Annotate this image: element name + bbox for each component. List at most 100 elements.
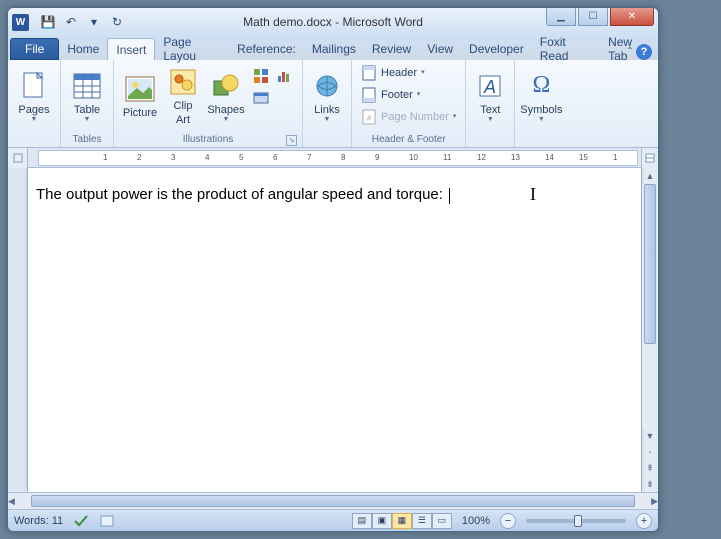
chevron-down-icon: ▼ xyxy=(84,116,91,123)
print-layout-view[interactable]: ▤ xyxy=(352,513,372,529)
table-label: Table xyxy=(74,104,100,116)
picture-label: Picture xyxy=(123,107,157,119)
tab-file[interactable]: File xyxy=(10,38,59,60)
word-count[interactable]: Words: 11 xyxy=(14,515,63,527)
statusbar: Words: 11 ▤ ▣ ▦ ☰ ▭ 100% − + xyxy=(8,509,658,531)
table-button[interactable]: Table ▼ xyxy=(65,62,109,130)
clipart-button[interactable]: Clip Art xyxy=(164,62,202,130)
pages-button[interactable]: Pages ▼ xyxy=(12,62,56,130)
vertical-scrollbar[interactable]: ▲ ▼ ◦ ⇞ ⇟ xyxy=(641,168,658,492)
zoom-out-button[interactable]: − xyxy=(500,513,516,529)
qat-dropdown[interactable]: ▾ xyxy=(83,11,105,33)
clipart-label-1: Clip xyxy=(174,100,193,112)
tab-developer[interactable]: Developer xyxy=(461,38,532,60)
help-icon[interactable]: ? xyxy=(636,44,652,60)
ruler-number: 10 xyxy=(409,153,418,162)
ruler-number: 9 xyxy=(375,153,379,162)
page-number-button[interactable]: # Page Number ▾ xyxy=(356,106,461,128)
undo-button[interactable]: ↶ xyxy=(60,11,82,33)
save-button[interactable]: 💾 xyxy=(37,11,59,33)
text-button[interactable]: A Text ▼ xyxy=(470,62,510,130)
scroll-track[interactable] xyxy=(642,184,658,428)
tab-view[interactable]: View xyxy=(419,38,461,60)
close-button[interactable]: ✕ xyxy=(610,8,654,26)
ruler-number: 14 xyxy=(545,153,554,162)
scroll-left-button[interactable]: ◀ xyxy=(8,493,15,509)
footer-icon xyxy=(361,87,377,103)
scroll-up-button[interactable]: ▲ xyxy=(642,168,658,184)
tab-review[interactable]: Review xyxy=(364,38,419,60)
symbols-button[interactable]: Ω Symbols ▼ xyxy=(519,62,563,130)
document-page[interactable]: The output power is the product of angul… xyxy=(28,168,641,492)
tab-insert[interactable]: Insert xyxy=(107,38,155,60)
outline-view[interactable]: ☰ xyxy=(412,513,432,529)
horizontal-ruler[interactable]: 11234567891011121314151 xyxy=(38,150,638,166)
ruler-toggle[interactable] xyxy=(641,148,658,168)
document-area: The output power is the product of angul… xyxy=(8,168,658,492)
horizontal-scrollbar[interactable]: ◀ ▶ xyxy=(8,492,658,509)
group-header-footer: Header ▾ Footer ▾ # Page Number ▾ Header… xyxy=(352,60,466,147)
page-number-label: Page Number xyxy=(381,111,449,123)
zoom-level[interactable]: 100% xyxy=(462,515,490,527)
redo-button[interactable]: ↻ xyxy=(106,11,128,33)
maximize-button[interactable]: ☐ xyxy=(578,8,608,26)
chevron-down-icon: ▾ xyxy=(421,68,425,76)
ruler-number: 12 xyxy=(477,153,486,162)
proofing-icon[interactable] xyxy=(73,514,89,528)
chevron-down-icon: ▾ xyxy=(453,112,457,120)
shapes-button[interactable]: Shapes ▼ xyxy=(204,62,248,130)
group-illustrations-label: Illustrations↘ xyxy=(118,132,298,147)
tab-home[interactable]: Home xyxy=(59,38,107,60)
links-label: Links xyxy=(314,104,340,116)
table-icon xyxy=(71,70,103,102)
clipart-icon xyxy=(167,66,199,98)
document-body-text: The output power is the product of angul… xyxy=(36,186,450,204)
picture-button[interactable]: Picture xyxy=(118,62,162,130)
footer-button[interactable]: Footer ▾ xyxy=(356,84,425,106)
ribbon-tabs: File Home Insert Page Layou Reference: M… xyxy=(8,36,658,60)
zoom-slider[interactable] xyxy=(526,519,626,523)
hscroll-track[interactable] xyxy=(31,493,635,509)
view-buttons: ▤ ▣ ▦ ☰ ▭ xyxy=(352,513,452,529)
macro-icon[interactable] xyxy=(99,514,115,528)
group-illustrations: Picture Clip Art Shapes ▼ xyxy=(114,60,303,147)
tab-foxit[interactable]: Foxit Read xyxy=(532,38,600,60)
screenshot-button[interactable] xyxy=(250,87,272,108)
header-button[interactable]: Header ▾ xyxy=(356,62,430,84)
smartart-button[interactable] xyxy=(250,65,272,86)
group-text: A Text ▼ xyxy=(466,60,515,147)
chart-button[interactable] xyxy=(273,65,295,86)
dialog-launcher-icon[interactable]: ↘ xyxy=(286,135,297,146)
tab-mailings[interactable]: Mailings xyxy=(304,38,364,60)
vertical-ruler[interactable] xyxy=(8,168,28,492)
hscroll-thumb[interactable] xyxy=(31,495,635,507)
scroll-thumb[interactable] xyxy=(644,184,656,344)
minimize-button[interactable]: ▁ xyxy=(546,8,576,26)
chevron-down-icon: ▼ xyxy=(31,116,38,123)
scroll-right-button[interactable]: ▶ xyxy=(651,493,658,509)
chevron-down-icon: ▼ xyxy=(223,116,230,123)
tab-references[interactable]: Reference: xyxy=(229,38,304,60)
next-page-button[interactable]: ⇟ xyxy=(642,476,658,492)
ruler-corner[interactable] xyxy=(8,148,28,168)
svg-text:#: # xyxy=(367,114,372,123)
shapes-icon xyxy=(210,70,242,102)
links-button[interactable]: Links ▼ xyxy=(307,62,347,130)
ruler-number: 13 xyxy=(511,153,520,162)
prev-page-button[interactable]: ⇞ xyxy=(642,460,658,476)
window-title: Math demo.docx - Microsoft Word xyxy=(243,15,423,29)
browse-object-button[interactable]: ◦ xyxy=(642,444,658,460)
full-screen-view[interactable]: ▣ xyxy=(372,513,392,529)
tab-page-layout[interactable]: Page Layou xyxy=(155,38,229,60)
collapse-ribbon-icon[interactable]: ˆ xyxy=(628,45,632,59)
web-layout-view[interactable]: ▦ xyxy=(392,513,412,529)
group-tables: Table ▼ Tables xyxy=(61,60,114,147)
draft-view[interactable]: ▭ xyxy=(432,513,452,529)
scroll-down-button[interactable]: ▼ xyxy=(642,428,658,444)
zoom-slider-thumb[interactable] xyxy=(574,515,582,527)
group-pages: Pages ▼ xyxy=(8,60,61,147)
group-symbols: Ω Symbols ▼ xyxy=(515,60,567,147)
zoom-in-button[interactable]: + xyxy=(636,513,652,529)
header-icon xyxy=(361,65,377,81)
svg-text:A: A xyxy=(483,77,496,97)
